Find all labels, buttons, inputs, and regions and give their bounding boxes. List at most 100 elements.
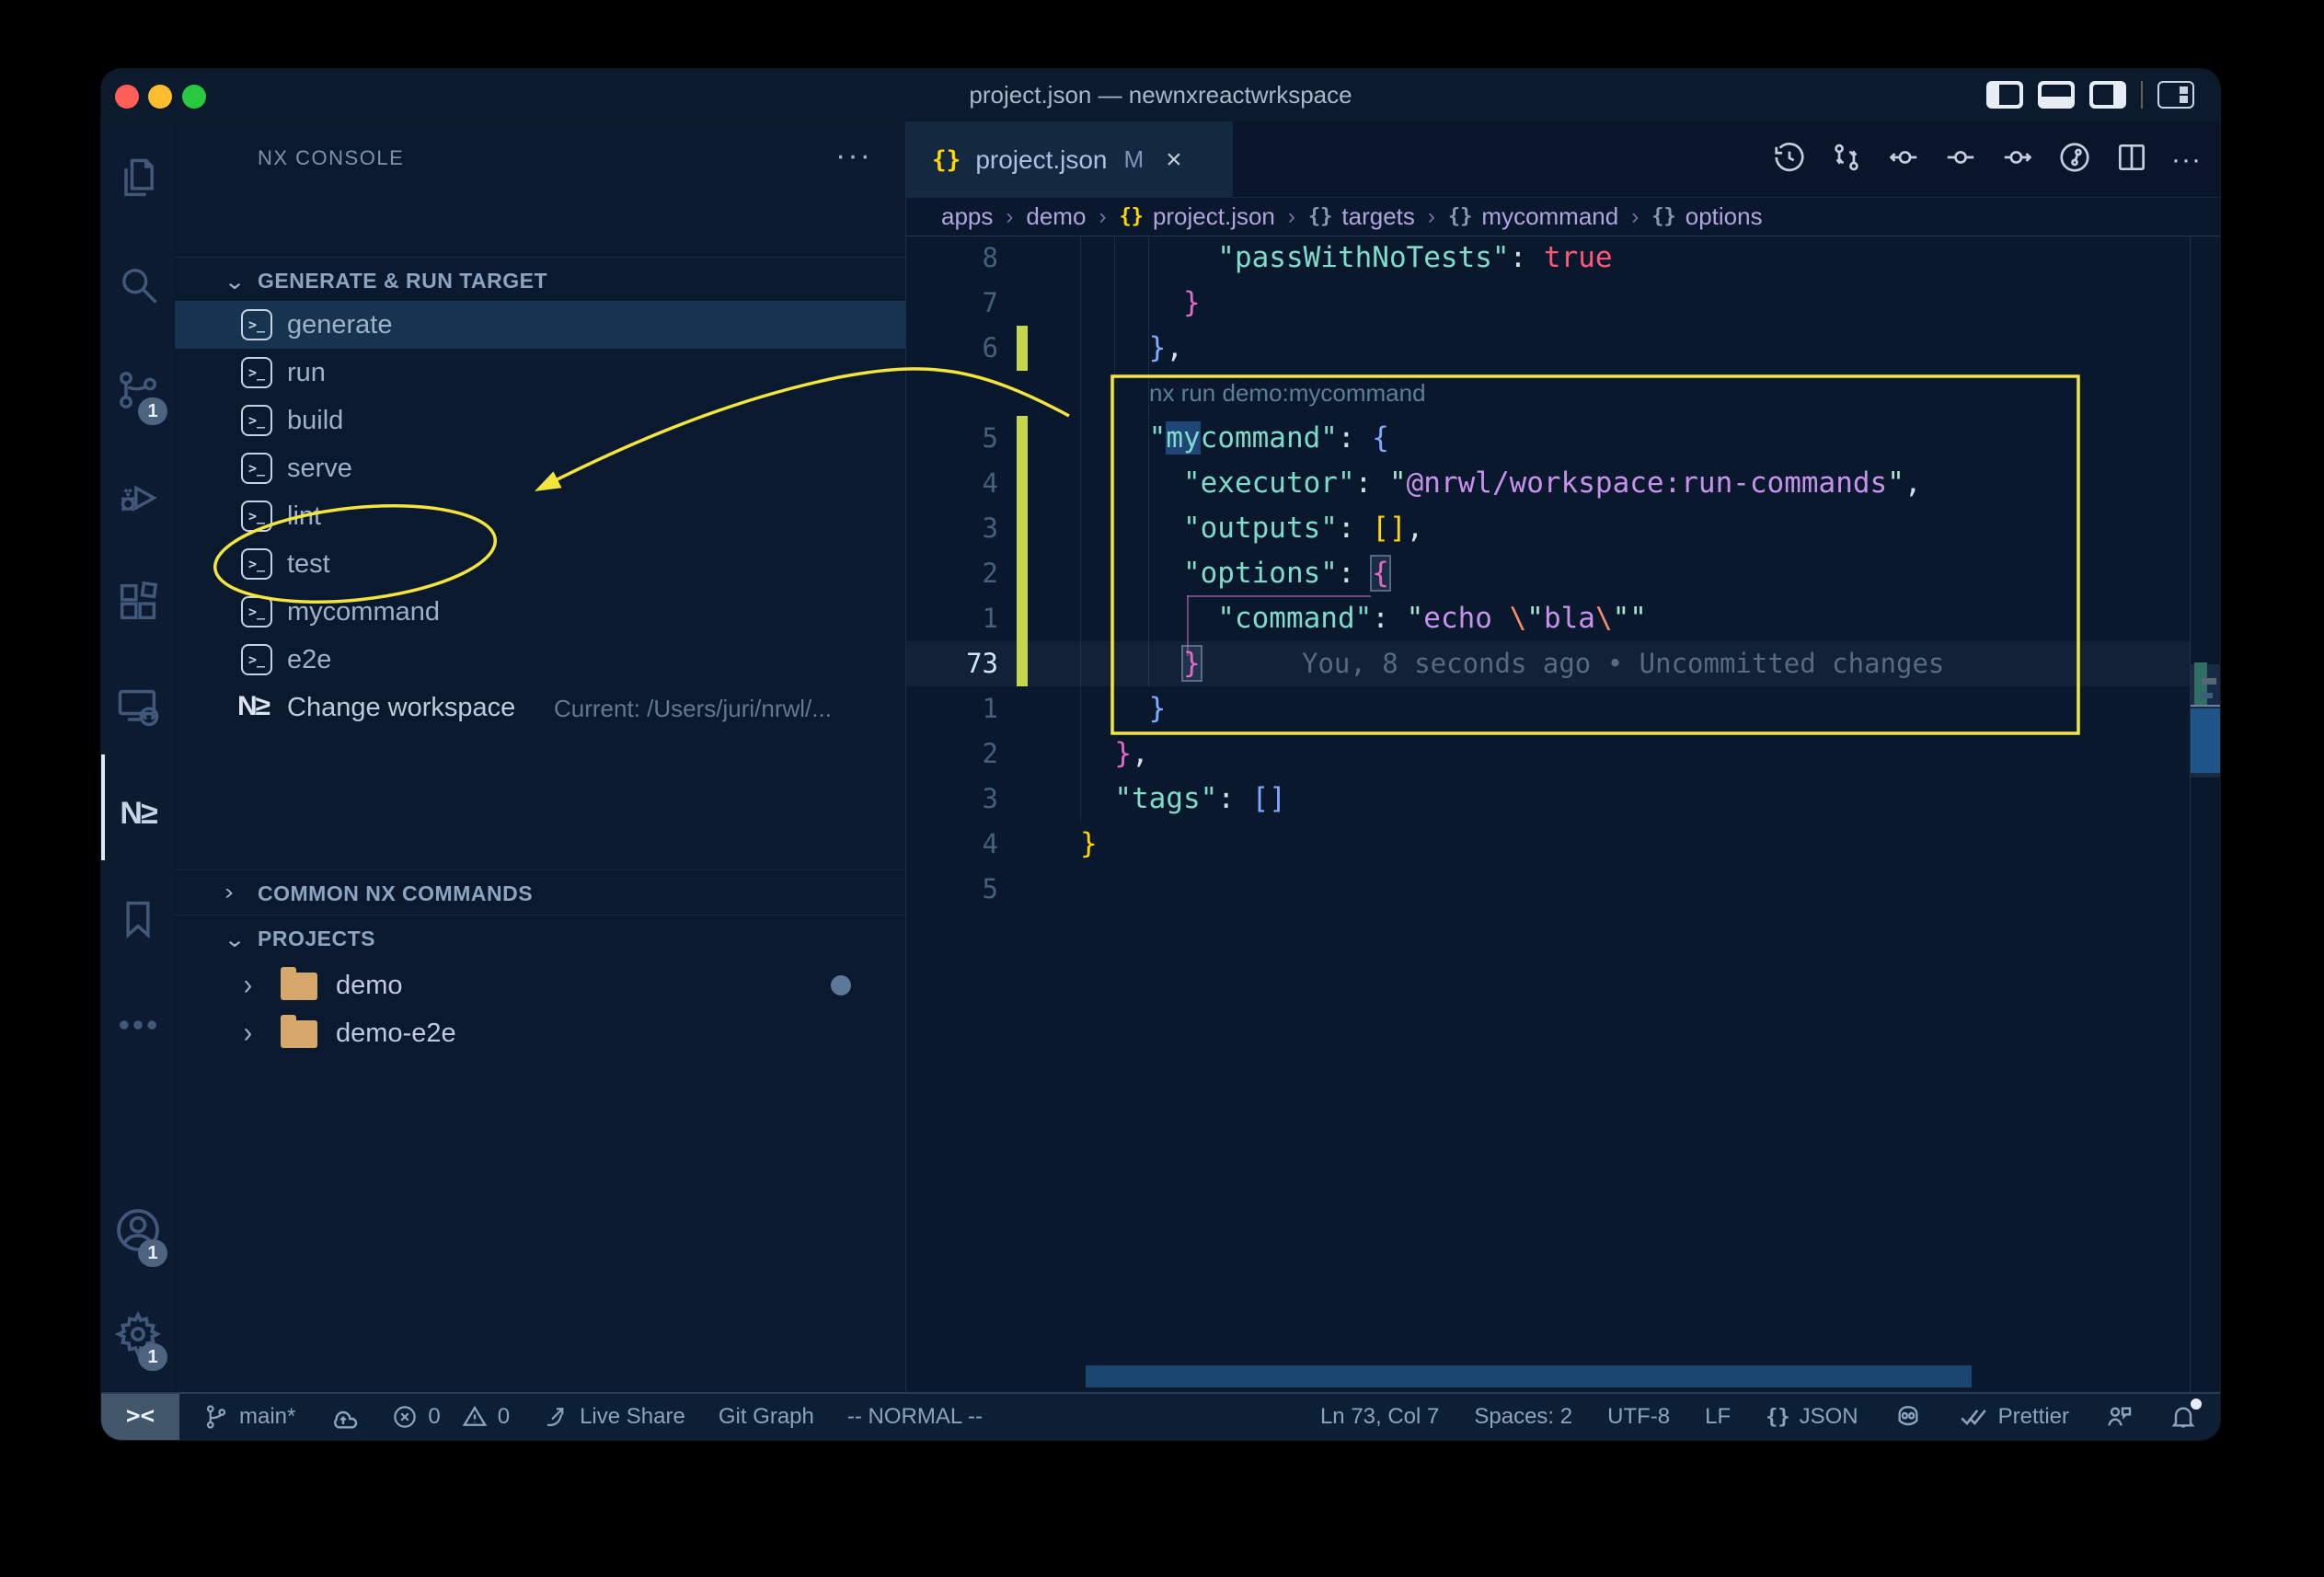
terminal-icon: >_	[241, 644, 272, 675]
git-blame-annotation: You, 8 seconds ago • Uncommitted changes	[1302, 641, 1944, 686]
terminal-icon: >_	[241, 309, 272, 340]
chevron-right-icon: ›	[224, 880, 234, 905]
indentation-status[interactable]: Spaces: 2	[1474, 1404, 1572, 1430]
minimap[interactable]	[2190, 236, 2220, 1392]
section-generate-run-target[interactable]: ⌄ GENERATE & RUN TARGET	[175, 257, 905, 301]
toggle-panel-icon[interactable]	[2038, 81, 2075, 109]
sidebar-item-generate[interactable]: >_ generate	[175, 301, 905, 349]
split-editor-icon[interactable]	[2114, 140, 2149, 179]
chevron-down-icon: ⌄	[224, 927, 247, 953]
sidebar-item-mycommand[interactable]: >_ mycommand	[175, 588, 905, 636]
json-file-icon: {}	[932, 146, 961, 174]
breadcrumb-item[interactable]: demo	[1026, 202, 1086, 231]
customize-layout-icon[interactable]	[2157, 81, 2194, 109]
sidebar-nx-console: NX CONSOLE ··· ⌄ GENERATE & RUN TARGET >…	[175, 121, 906, 1392]
project-item-demo[interactable]: › demo	[175, 961, 905, 1009]
breadcrumb-item[interactable]: options	[1685, 202, 1763, 231]
copilot-status-icon[interactable]	[1893, 1402, 1923, 1432]
json-object-icon: {}	[1308, 205, 1333, 228]
sidebar-more-actions-icon[interactable]: ···	[835, 121, 872, 195]
sidebar-item-test[interactable]: >_ test	[175, 540, 905, 588]
sidebar-item-e2e[interactable]: >_ e2e	[175, 636, 905, 684]
vscode-window: project.json — newnxreactwrkspace 1	[101, 69, 2220, 1440]
section-common-nx-commands[interactable]: › COMMON NX COMMANDS	[175, 869, 905, 914]
git-graph-status[interactable]: Git Graph	[719, 1404, 814, 1430]
window-title: project.json — newnxreactwrkspace	[101, 69, 2220, 121]
account-badge: 1	[138, 1239, 167, 1267]
current-workspace-path: Current: /Users/juri/nrwl/...	[554, 695, 832, 723]
code-editor[interactable]: 8 "passWithNoTests": true 7 } 6 }, nx ru…	[906, 236, 2220, 1392]
search-icon[interactable]	[101, 240, 175, 328]
more-views-icon[interactable]	[101, 981, 175, 1069]
git-branch-status[interactable]: main*	[202, 1403, 295, 1431]
sidebar-title: NX CONSOLE	[258, 121, 404, 195]
settings-badge: 1	[138, 1343, 167, 1371]
terminal-icon: >_	[241, 453, 272, 484]
status-bar: >< main* 0 0 Live Share Git Graph -- NOR…	[101, 1392, 2220, 1440]
toggle-sidebar-icon[interactable]	[1986, 81, 2023, 109]
json-object-icon: {}	[1119, 205, 1144, 228]
sidebar-item-run[interactable]: >_ run	[175, 349, 905, 397]
account-icon[interactable]: 1	[101, 1186, 175, 1274]
breadcrumb-item[interactable]: mycommand	[1481, 202, 1618, 231]
modified-indicator: M	[1124, 145, 1145, 174]
folder-icon	[281, 1020, 317, 1048]
run-debug-icon[interactable]	[101, 452, 175, 540]
change-icon[interactable]	[1943, 140, 1978, 179]
sidebar-item-serve[interactable]: >_ serve	[175, 444, 905, 492]
chevron-down-icon: ⌄	[224, 269, 247, 295]
scm-badge: 1	[138, 397, 167, 425]
sidebar-item-build[interactable]: >_ build	[175, 397, 905, 444]
sidebar-item-change-workspace[interactable]: N≥ Change workspace Current: /Users/juri…	[175, 684, 905, 731]
git-compare-icon[interactable]	[1829, 140, 1864, 179]
codelens-run-command[interactable]: nx run demo:mycommand	[1149, 371, 1426, 416]
live-share-status[interactable]: Live Share	[543, 1403, 685, 1431]
editor-group: {} project.json M × ··· apps › demo › {}	[906, 121, 2220, 1392]
eol-status[interactable]: LF	[1705, 1404, 1731, 1430]
project-status-dot	[831, 975, 851, 996]
divider	[2141, 81, 2143, 109]
breadcrumb-item[interactable]: targets	[1341, 202, 1415, 231]
more-actions-icon[interactable]: ···	[2171, 144, 2202, 176]
prettier-status[interactable]: Prettier	[1958, 1401, 2069, 1433]
cursor-position-status[interactable]: Ln 73, Col 7	[1320, 1404, 1439, 1430]
terminal-icon: >_	[241, 357, 272, 388]
title-bar: project.json — newnxreactwrkspace	[101, 69, 2220, 121]
toggle-secondary-sidebar-icon[interactable]	[2089, 81, 2126, 109]
explorer-icon[interactable]	[101, 134, 175, 223]
activity-bar: 1 N≥ 1 1	[101, 121, 175, 1392]
breadcrumb-item[interactable]: project.json	[1153, 202, 1275, 231]
language-mode-status[interactable]: {}JSON	[1766, 1404, 1858, 1430]
remote-indicator[interactable]: ><	[101, 1394, 179, 1440]
terminal-icon: >_	[241, 596, 272, 627]
notifications-bell-icon[interactable]	[2169, 1402, 2198, 1432]
source-control-icon[interactable]: 1	[101, 346, 175, 434]
sidebar-item-lint[interactable]: >_ lint	[175, 492, 905, 540]
next-change-icon[interactable]	[2000, 140, 2035, 179]
breadcrumb-item[interactable]: apps	[941, 202, 993, 231]
tab-bar: {} project.json M × ···	[906, 121, 2220, 198]
settings-icon[interactable]: 1	[101, 1290, 175, 1378]
previous-change-icon[interactable]	[1886, 140, 1921, 179]
extensions-icon[interactable]	[101, 558, 175, 646]
terminal-icon: >_	[241, 548, 272, 580]
project-item-demo-e2e[interactable]: › demo-e2e	[175, 1009, 905, 1057]
sync-status[interactable]	[328, 1402, 358, 1432]
chevron-right-icon[interactable]: ›	[244, 1016, 253, 1050]
breadcrumb: apps › demo › {} project.json › {} targe…	[906, 198, 2220, 236]
terminal-icon: >_	[241, 501, 272, 532]
bookmarks-icon[interactable]	[101, 875, 175, 963]
folder-icon	[281, 973, 317, 1000]
open-timeline-icon[interactable]	[2057, 140, 2092, 179]
nx-console-icon[interactable]: N≥	[101, 769, 175, 858]
timeline-icon[interactable]	[1772, 140, 1807, 179]
tab-project-json[interactable]: {} project.json M ×	[906, 121, 1233, 198]
remote-explorer-icon[interactable]	[101, 663, 175, 752]
chevron-right-icon[interactable]: ›	[244, 968, 253, 1002]
close-tab-icon[interactable]: ×	[1166, 144, 1182, 176]
section-projects[interactable]: ⌄ PROJECTS	[175, 915, 905, 959]
feedback-icon[interactable]	[2104, 1402, 2134, 1432]
problems-status[interactable]: 0 0	[391, 1403, 510, 1431]
horizontal-scrollbar[interactable]	[1086, 1365, 1972, 1387]
encoding-status[interactable]: UTF-8	[1607, 1404, 1670, 1430]
